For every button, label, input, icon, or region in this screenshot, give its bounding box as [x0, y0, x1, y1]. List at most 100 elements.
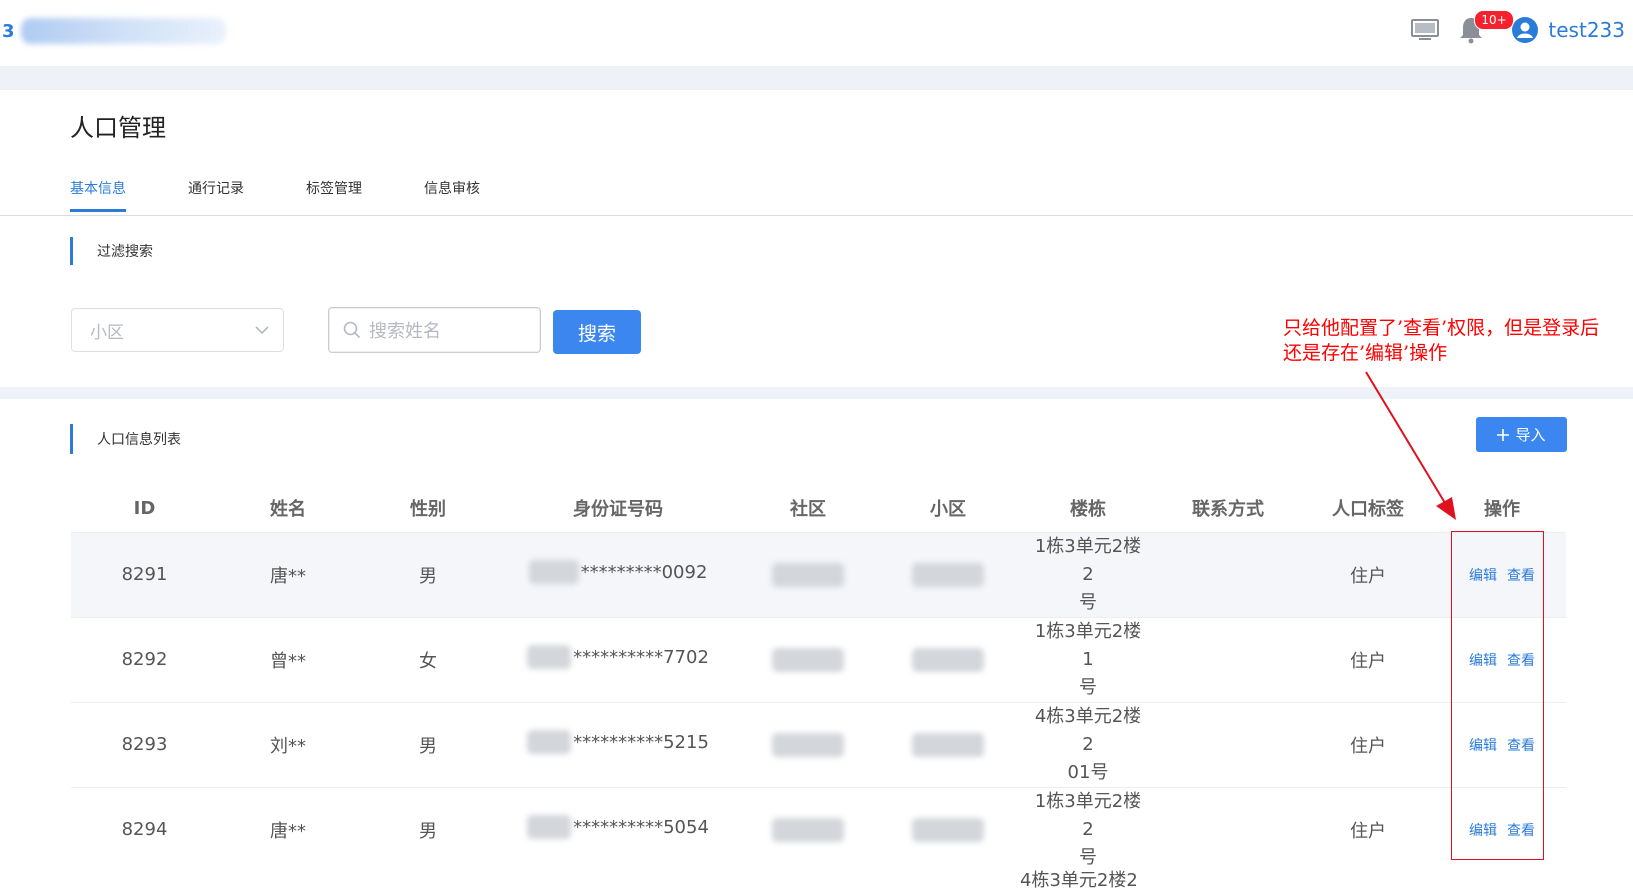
column-header: 身份证号码 [573, 499, 663, 521]
column-header: 操作 [1484, 499, 1520, 521]
community-select[interactable]: 小区 [71, 308, 284, 352]
cell-id: 8293 [71, 701, 218, 787]
cell-contact [1158, 616, 1298, 702]
population-table: ID 姓名 性别 身份证号码 社区 小区 楼栋 联系方式 人口标签 操作 829… [71, 485, 1566, 872]
redacted-block [772, 732, 844, 757]
table-row[interactable]: 8292 曾** 女 **********7702 1栋3单元2楼1 号 住户 编… [71, 616, 1566, 702]
cell-community [738, 701, 878, 787]
cell-gender: 男 [358, 531, 498, 617]
cell-estate [878, 786, 1018, 872]
cell-building: 1栋3单元2楼2 号 [1018, 531, 1158, 617]
cell-contact [1158, 701, 1298, 787]
section-accent-bar [70, 424, 73, 454]
search-button[interactable]: 搜索 [553, 310, 641, 354]
redacted-block [772, 562, 844, 587]
cell-community [738, 531, 878, 617]
idcard-text: **********5215 [573, 731, 709, 753]
annotation-highlight-box [1451, 531, 1544, 860]
cell-name: 刘** [218, 701, 358, 787]
chevron-down-icon [255, 325, 269, 334]
page-title: 人口管理 [70, 114, 166, 142]
monitor-icon[interactable] [1402, 10, 1448, 50]
cell-id: 8294 [71, 786, 218, 872]
cell-estate [878, 701, 1018, 787]
column-header: 小区 [930, 499, 966, 521]
cell-contact [1158, 531, 1298, 617]
cell-contact [1158, 786, 1298, 872]
building-line-2: 号 [1079, 846, 1097, 868]
redacted-block [912, 562, 984, 587]
annotation-text: 只给他配置了’查看’权限，但是登录后 还是存在’编辑’操作 [1283, 316, 1599, 366]
building-line-1: 4栋3单元2楼2 [1034, 705, 1142, 755]
list-section-header: 人口信息列表 [70, 424, 181, 454]
building-line-1: 1栋3单元2楼1 [1034, 620, 1142, 670]
cell-community [738, 616, 878, 702]
column-header: ID [133, 497, 156, 519]
tab-basic-info[interactable]: 基本信息 [70, 178, 126, 212]
community-select-placeholder: 小区 [90, 322, 124, 343]
cell-idcard: **********7702 [498, 616, 738, 702]
filter-section-header: 过滤搜索 [70, 237, 153, 265]
table-row[interactable]: 8293 刘** 男 **********5215 4栋3单元2楼2 01号 住户… [71, 701, 1566, 787]
cell-tag: 住户 [1298, 701, 1438, 787]
partial-next-row-building: 4栋3单元2楼2 [1020, 870, 1138, 891]
tab-bar: 基本信息 通行记录 标签管理 信息审核 [70, 178, 542, 212]
cell-gender: 男 [358, 786, 498, 872]
building-line-2: 号 [1079, 676, 1097, 698]
cell-id: 8292 [71, 616, 218, 702]
logo-blurred-name [20, 18, 226, 44]
table-row[interactable]: 8291 唐** 男 *********0092 1栋3单元2楼2 号 住户 编辑… [71, 531, 1566, 617]
section-divider-band [0, 387, 1633, 399]
list-section-label: 人口信息列表 [97, 432, 181, 448]
tab-tag-management[interactable]: 标签管理 [306, 178, 362, 212]
top-bar: 3 10+ test233 [0, 0, 1633, 66]
cell-name: 唐** [218, 531, 358, 617]
cell-tag: 住户 [1298, 616, 1438, 702]
name-search-input[interactable]: 搜索姓名 [328, 307, 541, 353]
app-logo[interactable]: 3 [0, 18, 226, 44]
username: test233 [1548, 18, 1625, 42]
cell-name: 曾** [218, 616, 358, 702]
logo-text: 3 [2, 20, 15, 42]
redacted-block [527, 645, 572, 669]
top-divider-band [0, 66, 1633, 90]
import-button[interactable]: 导入 [1476, 417, 1567, 452]
idcard-text: *********0092 [580, 561, 708, 583]
section-accent-bar [70, 237, 73, 265]
cell-building: 4栋3单元2楼2 01号 [1018, 701, 1158, 787]
redacted-block [528, 560, 579, 584]
annotation-line-1: 只给他配置了’查看’权限，但是登录后 [1283, 317, 1600, 339]
notification-badge: 10+ [1474, 10, 1514, 30]
building-line-1: 1栋3单元2楼2 [1034, 790, 1142, 840]
building-line-2: 01号 [1067, 761, 1109, 783]
redacted-block [772, 647, 844, 672]
building-line-2: 号 [1079, 591, 1097, 613]
cell-idcard: *********0092 [498, 531, 738, 617]
cell-id: 8291 [71, 531, 218, 617]
cell-building: 1栋3单元2楼1 号 [1018, 616, 1158, 702]
cell-idcard: **********5215 [498, 701, 738, 787]
idcard-text: **********5054 [573, 816, 709, 838]
plus-icon [1497, 428, 1510, 441]
tab-info-review[interactable]: 信息审核 [424, 178, 480, 212]
filter-section-label: 过滤搜索 [97, 244, 153, 260]
column-header: 社区 [790, 499, 826, 521]
search-icon [343, 321, 361, 339]
redacted-block [912, 817, 984, 842]
tab-access-records[interactable]: 通行记录 [188, 178, 244, 212]
import-button-label: 导入 [1515, 426, 1546, 444]
cell-tag: 住户 [1298, 786, 1438, 872]
redacted-block [527, 815, 572, 839]
cell-estate [878, 531, 1018, 617]
redacted-block [912, 732, 984, 757]
column-header: 性别 [410, 499, 446, 521]
cell-gender: 女 [358, 616, 498, 702]
cell-community [738, 786, 878, 872]
avatar-icon [1512, 17, 1539, 43]
notification-bell-button[interactable]: 10+ [1448, 10, 1514, 50]
user-menu[interactable]: test233 [1512, 17, 1625, 43]
top-right-actions: 10+ test233 [1402, 10, 1625, 50]
column-header: 姓名 [270, 499, 306, 521]
table-row[interactable]: 8294 唐** 男 **********5054 1栋3单元2楼2 号 住户 编… [71, 786, 1566, 872]
tab-divider [0, 215, 1633, 216]
